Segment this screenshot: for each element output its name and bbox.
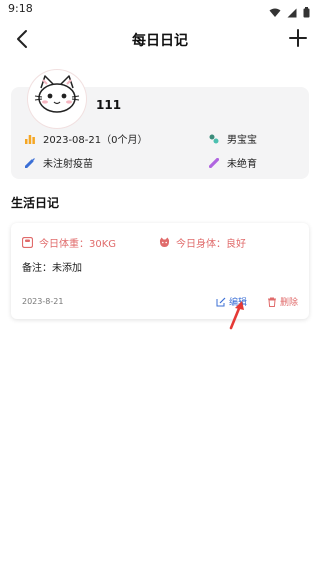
pill-icon [209, 157, 219, 168]
signal-icon [287, 3, 297, 22]
status-bar: 9:18 [0, 0, 320, 18]
edit-icon [216, 297, 226, 306]
bar-chart-icon [25, 134, 35, 144]
wifi-icon [269, 3, 281, 22]
vaccine-text: 未注射疫苗 [43, 159, 93, 170]
gender-text: 男宝宝 [227, 135, 257, 146]
health-row: 今日身体：良好 [159, 235, 246, 250]
nav-bar: 每日日记 [0, 22, 320, 56]
plus-icon [289, 29, 307, 47]
weight-row: 今日体重：30KG [22, 235, 116, 250]
note-text: 备注：未添加 [22, 263, 82, 274]
delete-label: 删除 [280, 298, 299, 308]
cat-face-icon [159, 237, 170, 247]
arrow-annotation-icon [229, 301, 244, 330]
page-title: 每日日记 [132, 33, 188, 49]
battery-icon [303, 3, 310, 22]
scale-icon [22, 237, 33, 248]
sterilization-info: 未绝育 [209, 155, 257, 170]
delete-button[interactable]: 删除 [267, 295, 298, 308]
diary-entry-card[interactable]: 今日体重：30KG 今日身体：良好 备注：未添加 2023-8-21 编辑 删除 [11, 223, 309, 319]
add-button[interactable] [286, 26, 310, 50]
health-text: 今日身体：良好 [176, 239, 246, 250]
section-title: 生活日记 [11, 196, 60, 210]
gender-info: 男宝宝 [209, 131, 257, 146]
vaccine-info: 未注射疫苗 [25, 155, 93, 170]
pet-name: 111 [96, 98, 122, 112]
entry-date: 2023-8-21 [22, 297, 64, 306]
birth-info: 2023-08-21（0个月） [25, 131, 147, 146]
status-time: 9:18 [8, 2, 33, 15]
avatar[interactable] [28, 70, 86, 128]
birth-text: 2023-08-21（0个月） [43, 135, 148, 146]
syringe-icon [25, 157, 35, 168]
gender-icon [209, 134, 219, 143]
status-icons [269, 3, 310, 22]
weight-text: 今日体重：30KG [39, 239, 117, 250]
cat-avatar-icon [34, 75, 80, 113]
sterilization-text: 未绝育 [227, 159, 257, 170]
trash-icon [268, 297, 276, 307]
